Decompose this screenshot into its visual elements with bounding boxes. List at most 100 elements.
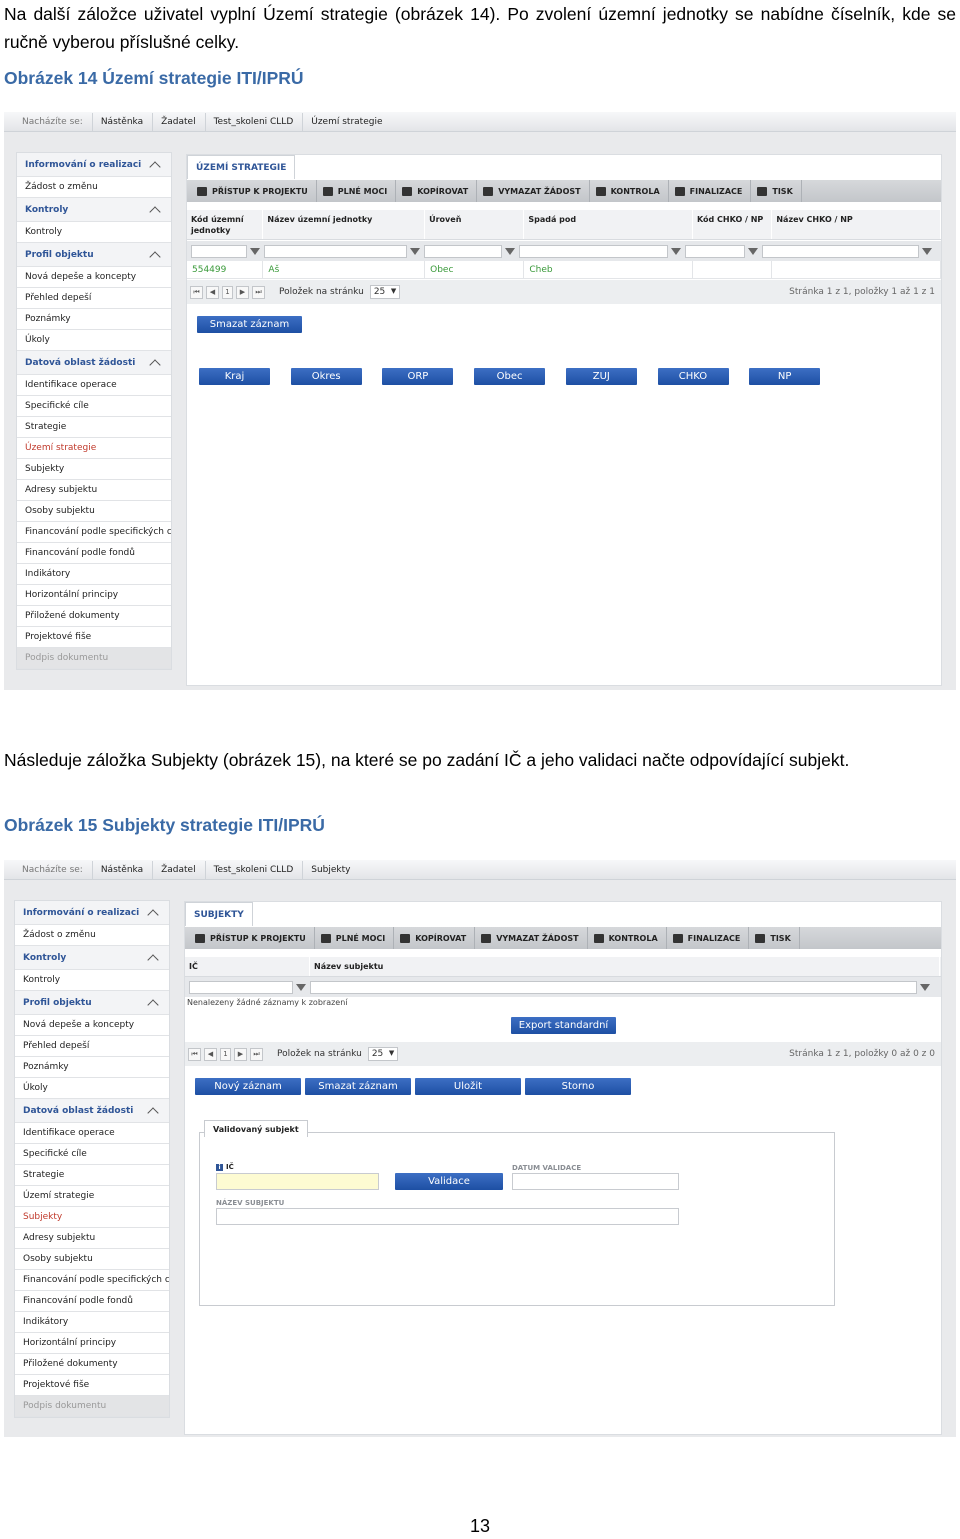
sidebar-item-financovani-podle-specifickych-cilu[interactable]: Financování podle specifických cílů [15,1270,169,1291]
toolbar-button-kontrola[interactable]: KONTROLA [588,927,667,949]
toolbar-button-tisk[interactable]: TISK [751,180,802,202]
tab-subjekty[interactable]: SUBJEKTY [185,902,253,926]
sidebar-item-prilozene-dokumenty[interactable]: Přiložené dokumenty [15,1354,169,1375]
unit-button-chko[interactable]: CHKO [657,368,729,385]
validate-button[interactable]: Validace [395,1173,503,1190]
sidebar-item-subjekty[interactable]: Subjekty [15,1207,169,1228]
breadcrumb-item[interactable]: Nástěnka [93,112,154,131]
breadcrumb-item[interactable]: Nástěnka [93,860,154,879]
unit-button-kraj[interactable]: Kraj [199,368,270,385]
sidebar-item-projektove-fise[interactable]: Projektové fiše [17,627,171,648]
column-header[interactable]: Název CHKO / NP [772,210,941,239]
breadcrumb-item[interactable]: Žadatel [153,112,207,131]
tab-validovany-subjekt[interactable]: Validovaný subjekt [204,1120,308,1137]
tab-uzemi-strategie[interactable]: ÚZEMÍ STRATEGIE [187,155,296,179]
sidebar-item-datova-oblast-zadosti[interactable]: Datová oblast žádosti [17,351,171,375]
sidebar-item-strategie[interactable]: Strategie [17,417,171,438]
toolbar-button-tisk[interactable]: TISK [749,927,800,949]
sidebar-item-poznamky[interactable]: Poznámky [15,1057,169,1078]
action-button-smazat-zaznam[interactable]: Smazat záznam [305,1078,411,1095]
breadcrumb-item[interactable]: Test_skoleni CLLD [206,860,304,879]
toolbar-button-kopirovat[interactable]: KOPÍROVAT [396,180,478,202]
column-header[interactable]: Spadá pod [524,210,693,239]
toolbar-button-plne-moci[interactable]: PLNÉ MOCI [315,927,395,949]
sidebar-item-informovani-o-realizaci[interactable]: Informování o realizaci [17,153,171,177]
action-button-novy-zaznam[interactable]: Nový záznam [195,1078,301,1095]
toolbar-button-pristup-k-projektu[interactable]: PŘÍSTUP K PROJEKTU [191,180,317,202]
action-button-storno[interactable]: Storno [525,1078,631,1095]
breadcrumb-item[interactable]: Žadatel [153,860,207,879]
sidebar-item-prehled-depesi[interactable]: Přehled depeší [15,1036,169,1057]
column-header[interactable]: Úroveň [425,210,525,239]
prev-page-icon[interactable]: ◀ [206,285,219,299]
toolbar-button-kopirovat[interactable]: KOPÍROVAT [394,927,476,949]
sidebar-item-profil-objektu[interactable]: Profil objektu [17,243,171,267]
sidebar-item-horizontalni-principy[interactable]: Horizontální principy [17,585,171,606]
toolbar-button-vymazat-zadost[interactable]: VYMAZAT ŽÁDOST [475,927,588,949]
sidebar-item-osoby-subjektu[interactable]: Osoby subjektu [15,1249,169,1270]
sidebar-item-zadost-o-zmenu[interactable]: Žádost o změnu [15,925,169,946]
sidebar-item-podpis-dokumentu[interactable]: Podpis dokumentu [17,648,171,669]
per-page-select[interactable]: 25 ▼ [369,285,401,299]
toolbar-button-finalizace[interactable]: FINALIZACE [669,180,752,202]
per-page-select[interactable]: 25 ▼ [367,1047,399,1061]
sidebar-item-indikatory[interactable]: Indikátory [15,1312,169,1333]
prev-page-icon[interactable]: ◀ [204,1047,217,1061]
sidebar-item-strategie[interactable]: Strategie [15,1165,169,1186]
sidebar-item-adresy-subjektu[interactable]: Adresy subjektu [15,1228,169,1249]
next-page-icon[interactable]: ▶ [236,285,249,299]
sidebar-item-kontroly[interactable]: Kontroly [15,946,169,970]
toolbar-button-pristup-k-projektu[interactable]: PŘÍSTUP K PROJEKTU [189,927,315,949]
sidebar-item-podpis-dokumentu[interactable]: Podpis dokumentu [15,1396,169,1417]
action-button-ulozit[interactable]: Uložit [415,1078,521,1095]
sidebar-item-identifikace-operace[interactable]: Identifikace operace [17,375,171,396]
column-header[interactable]: Kód CHKO / NP [693,210,773,239]
breadcrumb-item[interactable]: Test_skoleni CLLD [206,112,304,131]
ic-field[interactable] [216,1173,379,1190]
sidebar-item-datova-oblast-zadosti[interactable]: Datová oblast žádosti [15,1099,169,1123]
sidebar-item-uzemi-strategie[interactable]: Území strategie [15,1186,169,1207]
sidebar-item-prilozene-dokumenty[interactable]: Přiložené dokumenty [17,606,171,627]
sidebar-item-kontroly[interactable]: Kontroly [17,222,171,243]
sidebar-item-specificke-cile[interactable]: Specifické cíle [15,1144,169,1165]
sidebar-item-specificke-cile[interactable]: Specifické cíle [17,396,171,417]
sidebar-item-informovani-o-realizaci[interactable]: Informování o realizaci [15,901,169,925]
next-page-icon[interactable]: ▶ [234,1047,247,1061]
last-page-icon[interactable]: ⏭ [250,1047,263,1061]
delete-record-button[interactable]: Smazat záznam [197,316,302,333]
sidebar-item-ukoly[interactable]: Úkoly [15,1078,169,1099]
table-row[interactable]: 554499 Aš Obec Cheb [187,260,941,279]
sidebar-item-indikatory[interactable]: Indikátory [17,564,171,585]
toolbar-button-plne-moci[interactable]: PLNÉ MOCI [317,180,397,202]
sidebar-item-ukoly[interactable]: Úkoly [17,330,171,351]
toolbar-button-finalizace[interactable]: FINALIZACE [667,927,750,949]
sidebar-item-prehled-depesi[interactable]: Přehled depeší [17,288,171,309]
sidebar-item-financovani-podle-fondu[interactable]: Financování podle fondů [15,1291,169,1312]
column-header[interactable]: Název územní jednotky [263,210,426,239]
sidebar-item-nova-depese-a-koncepty[interactable]: Nová depeše a koncepty [15,1015,169,1036]
sidebar-item-uzemi-strategie[interactable]: Území strategie [17,438,171,459]
sidebar-item-poznamky[interactable]: Poznámky [17,309,171,330]
sidebar-item-subjekty[interactable]: Subjekty [17,459,171,480]
unit-button-orp[interactable]: ORP [382,368,454,385]
column-header[interactable]: Kód územní jednotky [187,210,264,239]
breadcrumb-item[interactable]: Území strategie [303,117,392,127]
unit-button-obec[interactable]: Obec [474,368,546,385]
toolbar-button-kontrola[interactable]: KONTROLA [590,180,669,202]
sidebar-item-financovani-podle-fondu[interactable]: Financování podle fondů [17,543,171,564]
toolbar-button-vymazat-zadost[interactable]: VYMAZAT ŽÁDOST [477,180,590,202]
sidebar-item-projektove-fise[interactable]: Projektové fiše [15,1375,169,1396]
unit-button-np[interactable]: NP [749,368,821,385]
sidebar-item-kontroly[interactable]: Kontroly [15,970,169,991]
column-header[interactable]: Název subjektu [310,957,940,976]
export-button[interactable]: Export standardní [511,1017,616,1034]
unit-button-okres[interactable]: Okres [290,368,362,385]
sidebar-item-osoby-subjektu[interactable]: Osoby subjektu [17,501,171,522]
sidebar-item-financovani-podle-specifickych-cilu[interactable]: Financování podle specifických cílů [17,522,171,543]
sidebar-item-profil-objektu[interactable]: Profil objektu [15,991,169,1015]
unit-button-zuj[interactable]: ZUJ [565,368,637,385]
column-header[interactable]: IČ [185,957,310,976]
sidebar-item-kontroly[interactable]: Kontroly [17,198,171,222]
sidebar-item-adresy-subjektu[interactable]: Adresy subjektu [17,480,171,501]
sidebar-item-horizontalni-principy[interactable]: Horizontální principy [15,1333,169,1354]
